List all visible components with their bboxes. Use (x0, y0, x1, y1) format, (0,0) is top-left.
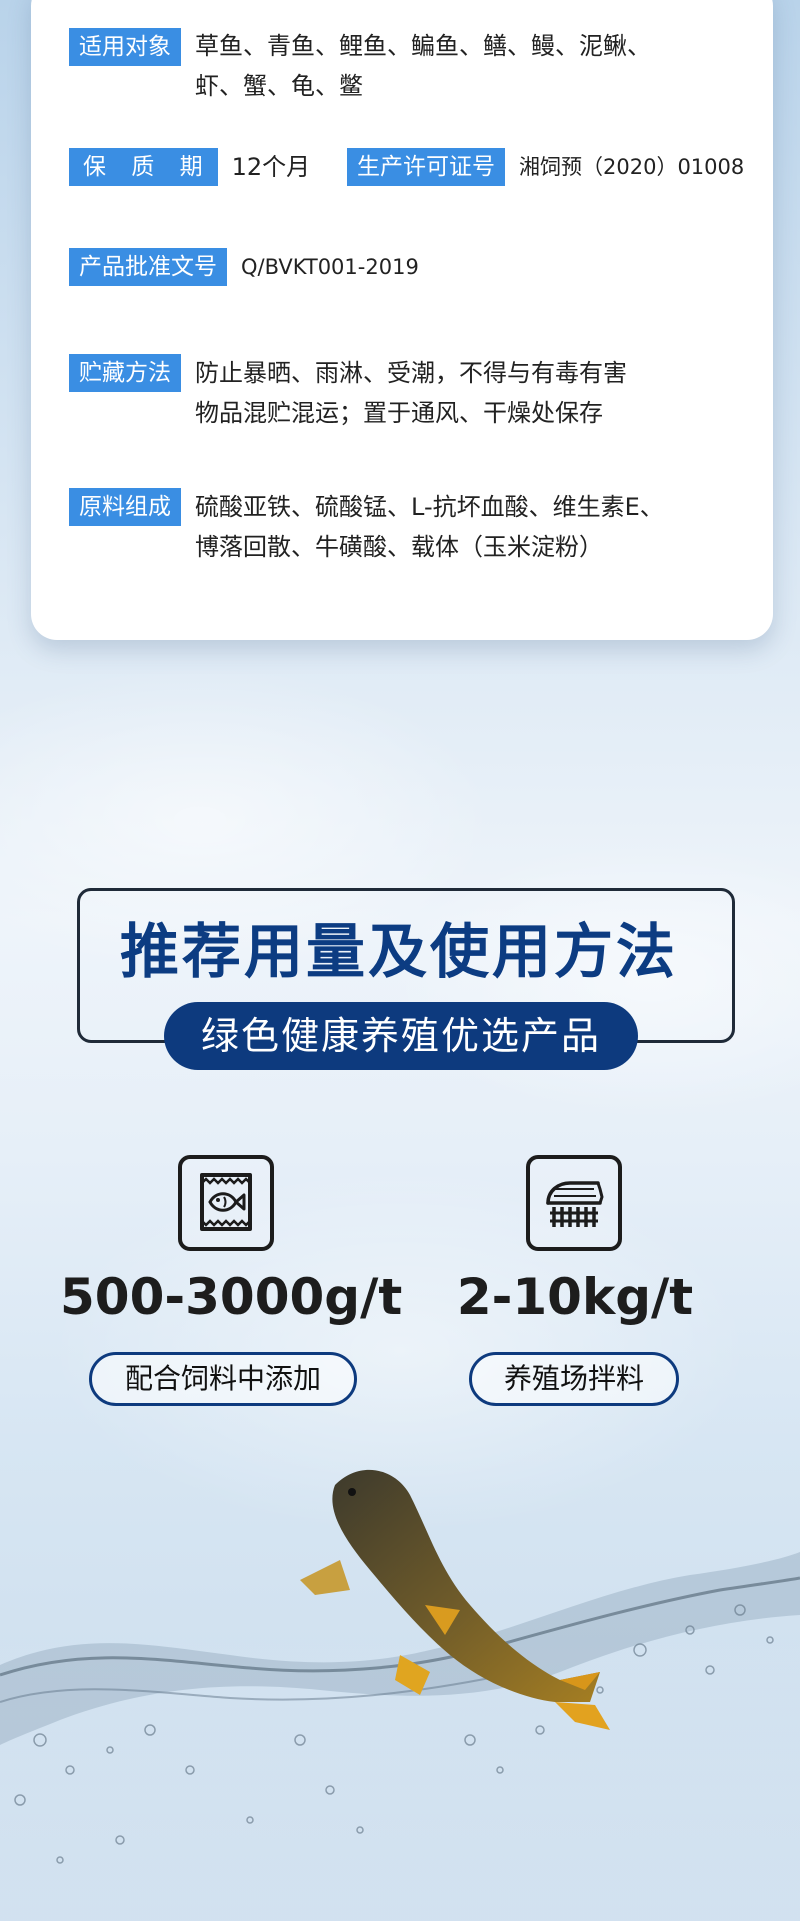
spec-row-ingredients: 原料组成 硫酸亚铁、硫酸锰、L-抗坏血酸、维生素E、 博落回散、牛磺酸、载体（玉… (69, 488, 664, 567)
approval-value: Q/BVKT001-2019 (241, 255, 419, 279)
license-value: 湘饲预（2020）01008 (519, 155, 745, 179)
product-spec-card: 适用对象 草鱼、青鱼、鲤鱼、鳊鱼、鳝、鳗、泥鳅、 虾、蟹、龟、鳖 保 质 期 1… (31, 0, 773, 640)
dose-value-1: 500-3000g/t (60, 1268, 403, 1326)
shelf-life-value: 12个月 (231, 153, 311, 181)
storage-value: 防止暴晒、雨淋、受潮，不得与有毒有害 物品混贮混运；置于通风、干燥处保存 (195, 359, 627, 427)
storage-label: 贮藏方法 (69, 354, 181, 392)
shelf-life-label: 保 质 期 (69, 148, 218, 186)
spec-row-storage: 贮藏方法 防止暴晒、雨淋、受潮，不得与有毒有害 物品混贮混运；置于通风、干燥处保… (69, 354, 627, 433)
method-pill-1: 配合饲料中添加 (89, 1352, 357, 1406)
spec-row-shelf-life: 保 质 期 12个月 (69, 148, 310, 186)
ingredients-value: 硫酸亚铁、硫酸锰、L-抗坏血酸、维生素E、 博落回散、牛磺酸、载体（玉米淀粉） (195, 493, 664, 561)
spec-row-approval: 产品批准文号 Q/BVKT001-2019 (69, 248, 419, 286)
spec-row-suitable: 适用对象 草鱼、青鱼、鲤鱼、鳊鱼、鳝、鳗、泥鳅、 虾、蟹、龟、鳖 (69, 28, 651, 106)
suitable-value: 草鱼、青鱼、鲤鱼、鳊鱼、鳝、鳗、泥鳅、 虾、蟹、龟、鳖 (195, 32, 651, 100)
fish-splash-image (0, 1469, 800, 1921)
spec-row-license: 生产许可证号 湘饲预（2020）01008 (347, 148, 744, 186)
license-label: 生产许可证号 (347, 148, 505, 186)
ingredients-label: 原料组成 (69, 488, 181, 526)
usage-title: 推荐用量及使用方法 (120, 917, 679, 986)
usage-subtitle: 绿色健康养殖优选产品 (164, 1002, 638, 1070)
suitable-label: 适用对象 (69, 28, 181, 66)
approval-label: 产品批准文号 (69, 248, 227, 286)
method-pill-2: 养殖场拌料 (469, 1352, 679, 1406)
farm-fence-icon (526, 1155, 622, 1251)
dose-value-2: 2-10kg/t (456, 1268, 694, 1326)
feed-bag-fish-icon (178, 1155, 274, 1251)
